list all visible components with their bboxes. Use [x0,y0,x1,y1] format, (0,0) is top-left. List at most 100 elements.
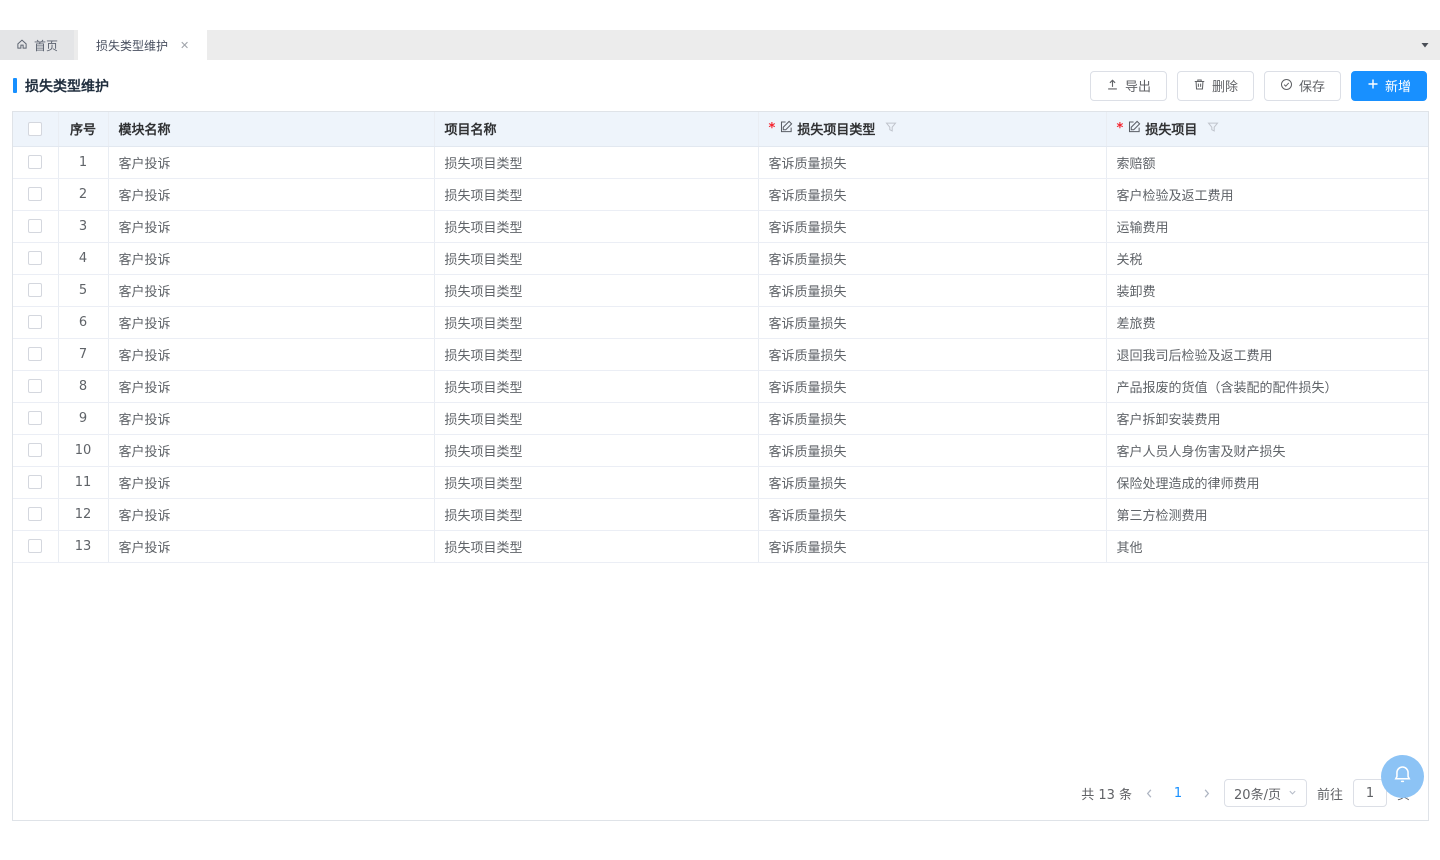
page-size-select[interactable]: 20条/页 [1224,779,1307,807]
header-loss-type-label: 损失项目类型 [797,119,875,138]
row-checkbox[interactable] [28,475,42,489]
cell-project: 损失项目类型 [434,146,758,178]
pagination: 共 13 条 1 20条/页 前往 页 [13,779,1428,820]
header-loss-item-label: 损失项目 [1145,119,1197,138]
cell-project: 损失项目类型 [434,242,758,274]
row-checkbox[interactable] [28,155,42,169]
cell-checkbox [13,466,58,498]
row-checkbox[interactable] [28,411,42,425]
row-checkbox[interactable] [28,187,42,201]
table-row[interactable]: 4 客户投诉 损失项目类型 客诉质量损失 关税 [13,242,1428,274]
cell-module: 客户投诉 [108,434,434,466]
row-checkbox[interactable] [28,251,42,265]
header-loss-item: * 损失项目 [1106,112,1428,146]
cell-loss-type[interactable]: 客诉质量损失 [758,242,1106,274]
title-accent-bar [13,78,17,93]
select-all-checkbox[interactable] [28,122,42,136]
table-row[interactable]: 6 客户投诉 损失项目类型 客诉质量损失 差旅费 [13,306,1428,338]
cell-loss-type[interactable]: 客诉质量损失 [758,338,1106,370]
cell-loss-type[interactable]: 客诉质量损失 [758,178,1106,210]
table-row[interactable]: 2 客户投诉 损失项目类型 客诉质量损失 客户检验及返工费用 [13,178,1428,210]
check-circle-icon [1280,78,1293,94]
row-checkbox[interactable] [28,347,42,361]
table-row[interactable]: 11 客户投诉 损失项目类型 客诉质量损失 保险处理造成的律师费用 [13,466,1428,498]
cell-index: 13 [58,530,108,562]
cell-loss-item[interactable]: 运输费用 [1106,210,1428,242]
cell-index: 7 [58,338,108,370]
cell-loss-type[interactable]: 客诉质量损失 [758,210,1106,242]
cell-loss-type[interactable]: 客诉质量损失 [758,498,1106,530]
filter-icon[interactable] [885,121,897,137]
row-checkbox[interactable] [28,379,42,393]
cell-index: 9 [58,402,108,434]
table-row[interactable]: 3 客户投诉 损失项目类型 客诉质量损失 运输费用 [13,210,1428,242]
cell-loss-item[interactable]: 索赔额 [1106,146,1428,178]
row-checkbox[interactable] [28,443,42,457]
cell-index: 6 [58,306,108,338]
row-checkbox[interactable] [28,219,42,233]
next-page-button[interactable] [1199,788,1214,799]
cell-loss-type[interactable]: 客诉质量损失 [758,466,1106,498]
delete-button[interactable]: 删除 [1177,71,1254,101]
cell-module: 客户投诉 [108,498,434,530]
tab-bar: 首页 损失类型维护 ✕ [0,30,1440,60]
cell-module: 客户投诉 [108,338,434,370]
cell-loss-item[interactable]: 装卸费 [1106,274,1428,306]
cell-loss-type[interactable]: 客诉质量损失 [758,370,1106,402]
table-row[interactable]: 8 客户投诉 损失项目类型 客诉质量损失 产品报废的货值（含装配的配件损失） [13,370,1428,402]
cell-loss-item[interactable]: 客户人员人身伤害及财产损失 [1106,434,1428,466]
table-row[interactable]: 10 客户投诉 损失项目类型 客诉质量损失 客户人员人身伤害及财产损失 [13,434,1428,466]
table-row[interactable]: 7 客户投诉 损失项目类型 客诉质量损失 退回我司后检验及返工费用 [13,338,1428,370]
export-button[interactable]: 导出 [1090,71,1167,101]
page-number[interactable]: 1 [1167,786,1189,801]
cell-loss-item[interactable]: 退回我司后检验及返工费用 [1106,338,1428,370]
tab-loss-type-maintenance[interactable]: 损失类型维护 ✕ [78,30,207,60]
cell-loss-item[interactable]: 保险处理造成的律师费用 [1106,466,1428,498]
cell-module: 客户投诉 [108,242,434,274]
cell-loss-item[interactable]: 客户拆卸安装费用 [1106,402,1428,434]
tab-list-dropdown-icon[interactable] [1420,30,1430,60]
save-button[interactable]: 保存 [1264,71,1341,101]
cell-loss-type[interactable]: 客诉质量损失 [758,274,1106,306]
cell-checkbox [13,242,58,274]
cell-checkbox [13,306,58,338]
cell-loss-type[interactable]: 客诉质量损失 [758,306,1106,338]
cell-loss-type[interactable]: 客诉质量损失 [758,402,1106,434]
tab-home[interactable]: 首页 [0,30,74,60]
close-icon[interactable]: ✕ [180,40,189,51]
cell-loss-type[interactable]: 客诉质量损失 [758,434,1106,466]
cell-loss-item[interactable]: 差旅费 [1106,306,1428,338]
filter-icon[interactable] [1207,121,1219,137]
cell-loss-type[interactable]: 客诉质量损失 [758,146,1106,178]
cell-loss-item[interactable]: 第三方检测费用 [1106,498,1428,530]
cell-loss-type[interactable]: 客诉质量损失 [758,530,1106,562]
cell-module: 客户投诉 [108,306,434,338]
cell-index: 5 [58,274,108,306]
prev-page-button[interactable] [1142,788,1157,799]
row-checkbox[interactable] [28,539,42,553]
table-row[interactable]: 9 客户投诉 损失项目类型 客诉质量损失 客户拆卸安装费用 [13,402,1428,434]
delete-button-label: 删除 [1212,76,1238,95]
edit-icon [1128,120,1141,137]
cell-loss-item[interactable]: 客户检验及返工费用 [1106,178,1428,210]
row-checkbox[interactable] [28,507,42,521]
page-title-text: 损失类型维护 [25,76,109,96]
cell-loss-item[interactable]: 关税 [1106,242,1428,274]
save-button-label: 保存 [1299,76,1325,95]
table-row[interactable]: 12 客户投诉 损失项目类型 客诉质量损失 第三方检测费用 [13,498,1428,530]
cell-index: 10 [58,434,108,466]
add-button[interactable]: 新增 [1351,71,1427,101]
trash-icon [1193,78,1206,94]
header-module: 模块名称 [108,112,434,146]
table-row[interactable]: 13 客户投诉 损失项目类型 客诉质量损失 其他 [13,530,1428,562]
row-checkbox[interactable] [28,283,42,297]
cell-checkbox [13,402,58,434]
row-checkbox[interactable] [28,315,42,329]
cell-loss-item[interactable]: 产品报废的货值（含装配的配件损失） [1106,370,1428,402]
cell-loss-item[interactable]: 其他 [1106,530,1428,562]
cell-checkbox [13,146,58,178]
notification-bell-button[interactable] [1381,755,1424,798]
table-row[interactable]: 1 客户投诉 损失项目类型 客诉质量损失 索赔额 [13,146,1428,178]
table-row[interactable]: 5 客户投诉 损失项目类型 客诉质量损失 装卸费 [13,274,1428,306]
cell-project: 损失项目类型 [434,210,758,242]
